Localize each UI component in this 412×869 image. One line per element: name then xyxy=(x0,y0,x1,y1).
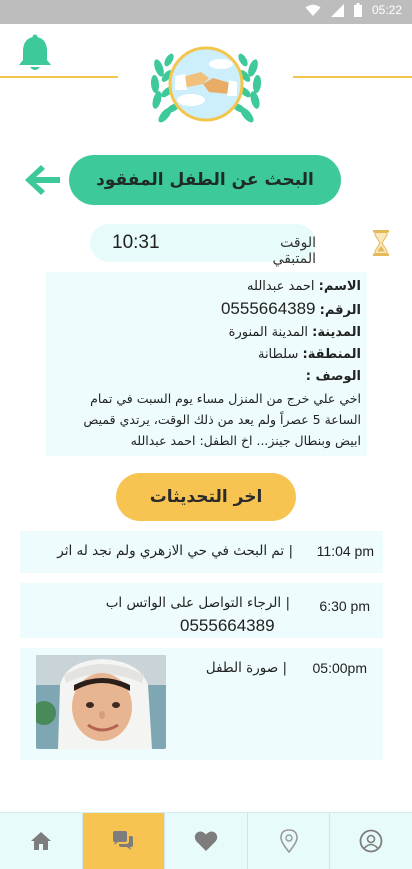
update-item: 11:04 pm | تم البحث في حي الازهري ولم نج… xyxy=(20,531,383,573)
number-value[interactable]: 0555664389 xyxy=(221,299,316,318)
location-pin-icon xyxy=(279,829,298,853)
nav-profile[interactable] xyxy=(329,813,412,869)
update-text: | الرجاء التواصل على الواتس اب xyxy=(105,595,290,611)
child-info-card: الاسم: احمد عبدالله الرقم: 0555664389 ال… xyxy=(46,272,367,456)
city-row: المدينة: المدينة المنورة xyxy=(52,322,361,344)
battery-icon xyxy=(353,3,362,17)
update-phone[interactable]: 0555664389 xyxy=(180,616,275,636)
city-value: المدينة المنورة xyxy=(228,325,309,340)
update-item: 6:30 pm | الرجاء التواصل على الواتس اب 0… xyxy=(20,583,383,638)
description-line: ابيض وبنطال جينز... اخ الطفل: احمد عبدال… xyxy=(130,433,361,448)
description-label-row: الوصف : xyxy=(52,366,361,388)
update-time: 05:00pm xyxy=(312,660,367,676)
name-label: الاسم: xyxy=(318,279,361,294)
update-message: تم البحث في حي الازهري ولم نجد له اثر xyxy=(57,543,285,559)
page-title: البحث عن الطفل المفقود xyxy=(69,155,341,205)
hourglass-icon xyxy=(373,230,389,256)
area-row: المنطقة: سلطانة xyxy=(52,344,361,366)
child-photo[interactable] xyxy=(36,655,166,749)
description-line: اخي علي خرج من المنزل مساء يوم السبت في … xyxy=(90,391,361,406)
update-time: 11:04 pm xyxy=(316,543,374,559)
update-item: 05:00pm | صورة الطفل xyxy=(20,648,383,760)
back-arrow-icon[interactable] xyxy=(22,161,62,199)
nav-favorites[interactable] xyxy=(164,813,247,869)
city-label: المدينة: xyxy=(312,325,361,340)
nav-chat[interactable] xyxy=(81,813,165,869)
nav-location[interactable] xyxy=(246,813,330,869)
name-row: الاسم: احمد عبدالله xyxy=(52,276,361,298)
bell-icon[interactable] xyxy=(17,34,53,74)
name-value: احمد عبدالله xyxy=(247,279,315,294)
remaining-time-badge: 10:31 الوقت المتبقي xyxy=(90,224,389,267)
description-text: اخي علي خرج من المنزل مساء يوم السبت في … xyxy=(52,388,361,451)
wifi-icon xyxy=(305,4,321,16)
latest-updates-heading: اخر التحديثات xyxy=(116,473,296,521)
update-message: الرجاء التواصل على الواتس اب xyxy=(105,595,282,611)
app-header xyxy=(0,24,412,134)
chat-icon xyxy=(113,831,134,850)
remaining-time-label: الوقت المتبقي xyxy=(272,235,316,267)
area-label: المنطقة: xyxy=(302,347,361,362)
number-row: الرقم: 0555664389 xyxy=(52,298,361,322)
remaining-time-value: 10:31 xyxy=(112,232,160,253)
user-icon xyxy=(359,829,383,853)
update-text: | صورة الطفل xyxy=(205,660,287,676)
nav-home[interactable] xyxy=(0,813,82,869)
hands-logo xyxy=(150,46,262,123)
signal-icon xyxy=(330,3,344,17)
area-value: سلطانة xyxy=(257,347,299,362)
status-time: 05:22 xyxy=(371,3,402,17)
status-bar: 05:22 xyxy=(0,0,412,24)
header-divider-right xyxy=(293,76,412,78)
heart-icon xyxy=(194,831,218,851)
update-message: صورة الطفل xyxy=(205,660,279,676)
description-line: الساعة 5 عصراً ولم يعد من ذلك الوقت، يرت… xyxy=(83,412,361,427)
title-row: البحث عن الطفل المفقود xyxy=(0,155,412,205)
number-label: الرقم: xyxy=(319,303,361,318)
bottom-nav xyxy=(0,812,412,869)
update-text: | تم البحث في حي الازهري ولم نجد له اثر xyxy=(57,543,293,559)
home-icon xyxy=(30,832,51,850)
header-divider-left xyxy=(0,76,118,78)
update-time: 6:30 pm xyxy=(319,598,370,614)
description-label: الوصف : xyxy=(305,369,361,384)
